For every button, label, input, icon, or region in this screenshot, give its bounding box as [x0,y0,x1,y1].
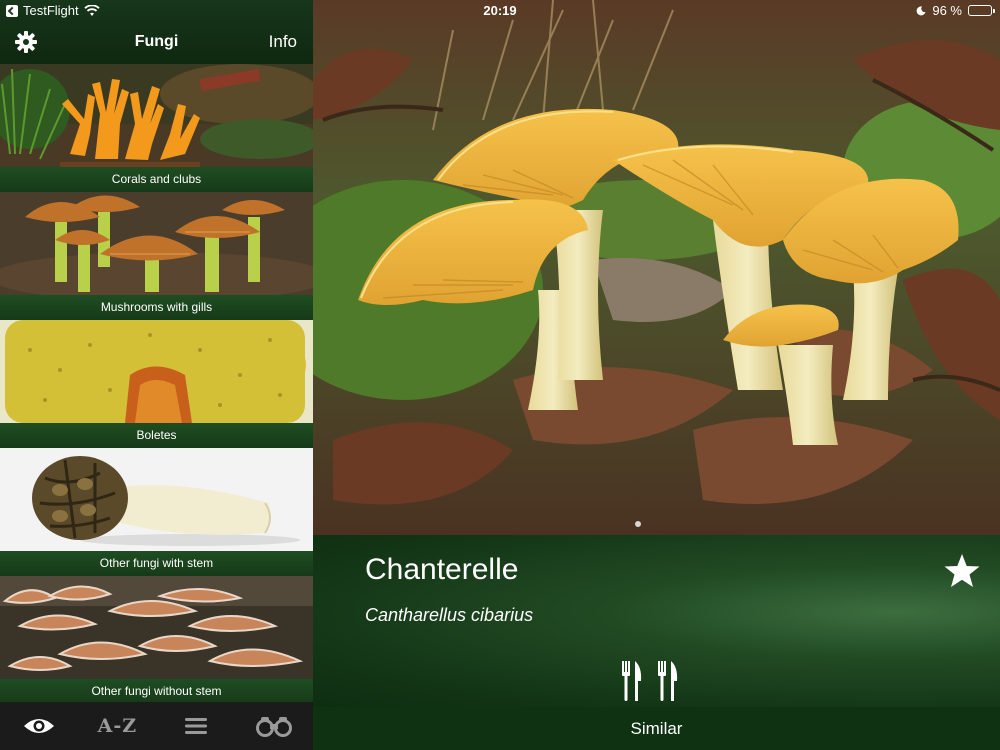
chanterelle-photo[interactable] [313,0,1000,535]
edibility-rating [621,661,679,701]
binoculars-icon [255,717,292,737]
tab-browse[interactable] [9,706,69,746]
category-list: Corals and clubs Mushrooms with gills Bo… [0,64,313,704]
category-item-other-without-stem[interactable]: Other fungi without stem [0,576,313,704]
category-item-other-with-stem[interactable]: Other fungi with stem [0,448,313,576]
star-icon[interactable] [942,551,982,591]
gilled-mushrooms-image [0,192,313,295]
status-bar: TestFlight 20:19 96 % [0,0,1000,22]
battery-icon [968,5,995,16]
boletes-image [0,320,313,423]
similar-button[interactable]: Similar [313,707,1000,750]
category-panel: Fungi Info Corals and clubs Mushrooms wi… [0,0,313,750]
category-label: Mushrooms with gills [0,295,313,320]
tab-az[interactable]: A-Z [87,706,147,746]
status-time: 20:19 [483,3,517,18]
category-label: Other fungi without stem [0,679,313,704]
battery-percent: 96 % [932,3,962,18]
page-indicator-dot [635,521,641,527]
species-info: Chanterelle Cantharellus cibarius [313,535,1000,707]
category-item-gilled[interactable]: Mushrooms with gills [0,192,313,320]
list-icon [184,718,207,734]
category-label: Corals and clubs [0,167,313,192]
category-item-corals[interactable]: Corals and clubs [0,64,313,192]
moon-icon [916,5,926,15]
category-item-boletes[interactable]: Boletes [0,320,313,448]
fork-knife-icon [658,661,678,701]
fork-knife-icon [622,661,642,701]
common-name: Chanterelle [365,553,519,586]
category-label: Boletes [0,423,313,448]
page-title: Fungi [134,33,179,50]
tab-az-label: A-Z [97,715,138,737]
eye-icon [24,719,55,733]
tab-identify[interactable] [244,706,304,746]
tab-list[interactable] [166,706,226,746]
corals-image [0,64,313,167]
detail-panel: Chanterelle Cantharellus cibarius Simila… [313,0,1000,750]
category-label: Other fungi with stem [0,551,313,576]
info-button[interactable]: Info [269,32,297,52]
latin-name: Cantharellus cibarius [365,605,534,625]
morel-image [0,448,313,551]
bracket-fungi-image [0,576,313,679]
tab-bar: A-Z [0,702,313,750]
